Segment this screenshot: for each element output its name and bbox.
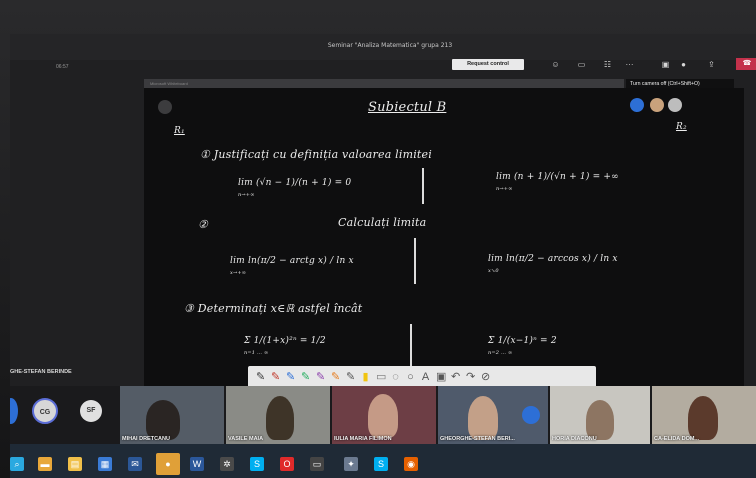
redo-icon[interactable]: ↷ [466, 369, 475, 386]
windows-taskbar: ⌕ ▬ ▤ ▦ ✉ ● W ✲ S O ▭ ✦ S ◉ [10, 444, 756, 478]
q3-right-sum: Σ 1/(x−1)ⁿ = 2 [488, 336, 557, 346]
pen-icon[interactable]: ✎ [256, 369, 265, 386]
spotify-icon[interactable]: ● [156, 453, 180, 475]
word-icon[interactable]: W [190, 457, 204, 471]
store-icon[interactable]: ▦ [98, 457, 112, 471]
more-icon[interactable]: ··· [624, 60, 635, 70]
image-icon[interactable]: ▣ [436, 369, 446, 386]
participant-video [586, 400, 614, 440]
q2-right-limit: lim ln(π/2 − arccos x) / ln x [488, 254, 618, 264]
meeting-title: Seminar "Analiza Matematica" grupa 213 [327, 42, 453, 49]
participant-name: VASILE MAIA [228, 436, 264, 442]
pen-icon[interactable]: ✎ [271, 369, 280, 386]
participant-video [468, 396, 498, 440]
request-control-button[interactable]: Request control [452, 59, 524, 70]
participant-tile[interactable]: IULIA MARIA FILIMON [332, 386, 436, 446]
participant-name: HORIA DIACONU [552, 436, 597, 442]
presenter-name-label: GHE-STEFAN BERINDE [10, 369, 72, 375]
mail-icon[interactable]: ✉ [128, 457, 142, 471]
leave-button[interactable]: ☎ [736, 58, 756, 70]
clear-icon[interactable]: ⊘ [481, 369, 490, 386]
share-icon[interactable]: ⇪ [706, 60, 717, 70]
opera-icon[interactable]: O [280, 457, 294, 471]
people-icon[interactable]: ☺ [550, 60, 561, 70]
pen-icon[interactable]: ✎ [301, 369, 310, 386]
skype-icon[interactable]: S [250, 457, 264, 471]
skype-icon[interactable]: S [374, 457, 388, 471]
q3-prompt: ③ Determinați x∈ℝ astfel încât [184, 302, 363, 315]
q1-prompt: ① Justificați cu definiția valoarea limi… [200, 148, 432, 161]
participant-tile[interactable]: CA-ELIDA DOM... [652, 386, 756, 446]
taskview-icon[interactable]: ▬ [38, 457, 52, 471]
divider-line [422, 168, 424, 204]
participant-tile[interactable]: HORIA DIACONU [550, 386, 650, 446]
participant-name: GHEORGHE-STEFAN BERI... [440, 436, 515, 442]
lasso-icon[interactable]: ◌ [391, 369, 400, 386]
text-icon[interactable]: A [421, 369, 430, 386]
board-heading: Subiectul B [368, 100, 447, 115]
firefox-icon[interactable]: ◉ [404, 457, 418, 471]
q1-right-sub: n→+∞ [496, 186, 513, 192]
q2-prompt: Calculați limita [338, 216, 427, 229]
settings-icon[interactable]: ✲ [220, 457, 234, 471]
participant-name: IULIA MARIA FILIMON [334, 436, 392, 442]
participant-name: MIHAI DRETCANU [122, 436, 170, 442]
files-icon[interactable]: ▤ [68, 457, 82, 471]
back-icon[interactable] [158, 100, 172, 114]
avatar [522, 406, 540, 424]
participant-name: CA-ELIDA DOM... [654, 436, 700, 442]
title-bar: Seminar "Analiza Matematica" grupa 213 [10, 34, 756, 60]
q3-left-sum: Σ 1/(1+x)²ⁿ = 1/2 [244, 336, 326, 346]
shapes-icon[interactable]: ○ [406, 369, 415, 386]
r1-label: R₁ [174, 126, 185, 136]
avatar-sf[interactable]: SF [80, 400, 102, 422]
browser-icon[interactable]: ▭ [310, 457, 324, 471]
search-icon[interactable]: ⌕ [10, 457, 24, 471]
participant-video [266, 396, 294, 440]
photos-icon[interactable]: ✦ [344, 457, 358, 471]
undo-icon[interactable]: ↶ [451, 369, 460, 386]
camera-icon[interactable]: ▣ [660, 60, 671, 70]
whiteboard-tab: Microsoft Whiteboard [144, 79, 624, 88]
q2-left-limit: lim ln(π/2 − arctg x) / ln x [230, 256, 354, 266]
reactions-icon[interactable]: ☷ [602, 60, 613, 70]
r2-label: R₂ [676, 122, 687, 132]
eraser-icon[interactable]: ▭ [376, 369, 386, 386]
avatar [650, 98, 664, 112]
teams-meeting-window: Seminar "Analiza Matematica" grupa 213 0… [10, 34, 756, 478]
share-board-icon[interactable] [668, 98, 682, 112]
q3-right-limits: n=2 … ∞ [488, 350, 513, 356]
participant-tile[interactable]: GHEORGHE-STEFAN BERI... [438, 386, 548, 446]
settings-icon[interactable] [630, 98, 644, 112]
participant-video [688, 396, 718, 440]
meeting-timer: 06:57 [56, 64, 69, 70]
q1-left-sub: n→+∞ [238, 192, 255, 198]
pen-icon[interactable]: ✎ [331, 369, 340, 386]
participant-tile[interactable]: VASILE MAIA [226, 386, 330, 446]
phone-hangup-icon: ☎ [742, 60, 752, 67]
participant-video [368, 394, 398, 438]
q1-left-limit: lim (√n − 1)/(n + 1) = 0 [238, 178, 352, 188]
participant-tile[interactable]: MIHAI DRETCANU [120, 386, 224, 446]
pen-icon[interactable]: ✎ [286, 369, 295, 386]
highlighter-icon[interactable]: ▮ [361, 369, 370, 386]
whiteboard-pen-toolbar: ✎ ✎ ✎ ✎ ✎ ✎ ✎ ▮ ▭ ◌ ○ A ▣ ↶ ↷ ⊘ [248, 366, 596, 388]
q1-right-limit: lim (n + 1)/(√n + 1) = +∞ [496, 172, 619, 182]
q2-right-sub: x↘0 [488, 268, 499, 274]
chat-icon[interactable]: ▭ [576, 60, 587, 70]
pen-icon[interactable]: ✎ [316, 369, 325, 386]
q2-left-sub: x→+∞ [230, 270, 247, 276]
avatar-cg[interactable]: CG [32, 398, 58, 424]
q3-left-limits: n=1 … ∞ [244, 350, 269, 356]
divider-line [414, 238, 416, 284]
pen-icon[interactable]: ✎ [346, 369, 355, 386]
mic-icon[interactable]: ● [678, 60, 689, 70]
participant-video [146, 400, 180, 440]
q2-number: ② [198, 218, 209, 231]
